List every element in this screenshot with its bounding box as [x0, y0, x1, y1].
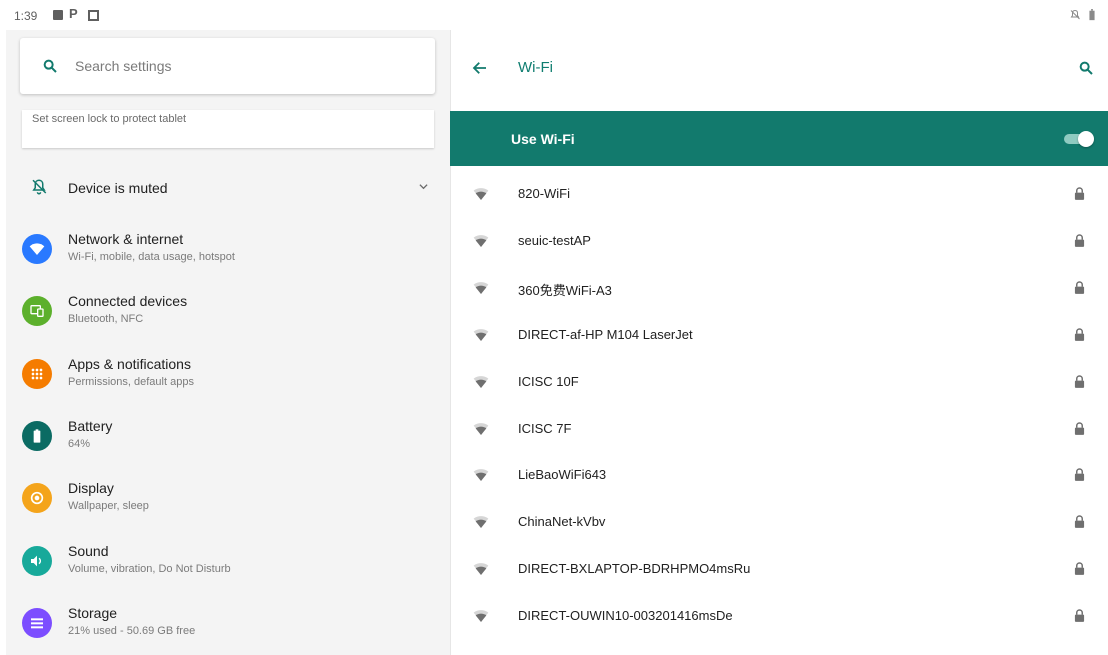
condition-device-muted[interactable]: Device is muted — [6, 172, 450, 206]
settings-item-sound[interactable]: Sound Volume, vibration, Do Not Disturb — [6, 534, 450, 594]
wifi-signal-icon — [473, 422, 489, 435]
item-title: Storage — [68, 605, 118, 621]
item-subtitle: 21% used - 50.69 GB free — [68, 625, 196, 637]
use-wifi-toggle[interactable] — [1064, 131, 1094, 147]
network-name: DIRECT-OUWIN10-003201416msDe — [518, 608, 733, 624]
settings-dashboard: Search settings Set screen lock to prote… — [6, 30, 450, 655]
lock-icon — [1074, 328, 1085, 341]
sound-icon — [22, 546, 52, 576]
item-subtitle: Volume, vibration, Do Not Disturb — [68, 563, 231, 575]
back-arrow-icon[interactable] — [471, 59, 489, 77]
search-bar[interactable]: Search settings — [20, 38, 435, 94]
settings-item-battery[interactable]: Battery 64% — [6, 409, 450, 469]
wifi-signal-icon — [473, 563, 489, 576]
lock-icon — [1074, 562, 1085, 576]
lock-icon — [1074, 515, 1085, 529]
battery-icon — [22, 421, 52, 451]
item-title: Battery — [68, 418, 113, 434]
network-row[interactable]: LieBaoWiFi643 — [451, 451, 1108, 498]
battery-status-icon — [1089, 9, 1095, 21]
network-name: seuic-testAP — [518, 232, 591, 248]
network-name: 360免费WiFi-A3 — [518, 282, 612, 298]
muted-bell-icon — [32, 179, 47, 195]
wifi-signal-icon — [473, 281, 489, 294]
network-name: 820-WiFi — [518, 186, 571, 201]
wifi-signal-icon — [473, 235, 489, 247]
use-wifi-label: Use Wi-Fi — [511, 131, 575, 147]
wifi-signal-icon — [473, 328, 489, 341]
item-title: Network & internet — [68, 231, 184, 247]
search-icon — [43, 59, 57, 73]
lock-icon — [1074, 421, 1085, 435]
display-icon — [22, 483, 52, 513]
wifi-signal-icon — [473, 610, 489, 623]
network-row[interactable]: seuic-testAP — [451, 217, 1108, 264]
network-row[interactable]: 360免费WiFi-A3 — [451, 264, 1108, 311]
mute-status-icon — [1070, 9, 1080, 20]
network-name: DIRECT-af-HP M104 LaserJet — [518, 326, 693, 342]
suggestion-card[interactable]: Set screen lock to protect tablet — [22, 110, 434, 148]
item-title: Connected devices — [68, 293, 188, 309]
item-title: Sound — [68, 543, 109, 559]
wifi-signal-icon — [473, 188, 489, 200]
item-subtitle: 64% — [68, 438, 91, 450]
settings-item-display[interactable]: Display Wallpaper, sleep — [6, 471, 450, 531]
wifi-header: Wi-Fi — [451, 30, 1108, 110]
search-placeholder: Search settings — [75, 58, 172, 74]
lock-icon — [1074, 234, 1085, 247]
apps-icon — [22, 359, 52, 389]
network-name: ChinaNet-kVbv — [518, 514, 606, 530]
storage-icon — [22, 608, 52, 638]
network-row[interactable]: DIRECT-af-HP M104 LaserJet — [451, 311, 1108, 358]
wifi-signal-icon — [473, 516, 489, 529]
item-title: Apps & notifications — [68, 356, 191, 372]
network-row[interactable]: ChinaNet-kVbv — [451, 498, 1108, 545]
settings-item-storage[interactable]: Storage 21% used - 50.69 GB free — [6, 596, 450, 655]
item-title: Display — [68, 480, 114, 496]
toggle-thumb — [1078, 131, 1094, 147]
network-name: LieBaoWiFi643 — [518, 467, 607, 483]
lock-icon — [1074, 609, 1085, 623]
network-name: DIRECT-BXLAPTOP-BDRHPMO4msRu — [518, 561, 751, 577]
item-subtitle: Bluetooth, NFC — [68, 313, 144, 325]
settings-item-apps[interactable]: Apps & notifications Permissions, defaul… — [6, 347, 450, 407]
wifi-icon — [22, 234, 52, 264]
status-time: 1:39 — [14, 9, 38, 23]
settings-item-connected-devices[interactable]: Connected devices Bluetooth, NFC — [6, 284, 450, 344]
network-row[interactable]: ICISC 10F — [451, 358, 1108, 405]
network-row[interactable]: ICISC 7F — [451, 405, 1108, 452]
chevron-down-icon[interactable] — [419, 182, 428, 191]
network-row[interactable]: DIRECT-BXLAPTOP-BDRHPMO4msRu — [451, 545, 1108, 592]
status-indicators — [1069, 9, 1096, 24]
devices-icon — [22, 296, 52, 326]
wifi-signal-icon — [473, 469, 489, 482]
item-subtitle: Wi-Fi, mobile, data usage, hotspot — [68, 251, 235, 263]
network-row[interactable]: 820-WiFi — [451, 170, 1108, 217]
search-icon[interactable] — [1078, 60, 1094, 76]
lock-icon — [1074, 187, 1085, 200]
item-subtitle: Permissions, default apps — [68, 376, 194, 388]
status-bar: 1:39 P — [0, 0, 1108, 30]
network-name: ICISC 7F — [518, 420, 572, 436]
p-notification-icon: P — [69, 6, 78, 21]
condition-label: Device is muted — [68, 180, 168, 196]
settings-item-network[interactable]: Network & internet Wi-Fi, mobile, data u… — [6, 222, 450, 282]
item-subtitle: Wallpaper, sleep — [68, 500, 149, 512]
image-notification-icon — [53, 10, 63, 20]
wifi-signal-icon — [473, 375, 489, 388]
network-row[interactable]: DIRECT-OUWIN10-003201416msDe — [451, 592, 1108, 639]
page-title: Wi-Fi — [518, 59, 553, 76]
use-wifi-bar[interactable]: Use Wi-Fi — [450, 111, 1108, 166]
suggestion-text: Set screen lock to protect tablet — [32, 113, 187, 125]
network-name: ICISC 10F — [518, 373, 579, 389]
lock-icon — [1074, 281, 1085, 294]
document-notification-icon — [88, 10, 99, 21]
lock-icon — [1074, 374, 1085, 388]
lock-icon — [1074, 468, 1085, 482]
wifi-pane: Wi-Fi Use Wi-Fi 820-WiFi seuic-testAP 360免… — [450, 30, 1108, 655]
